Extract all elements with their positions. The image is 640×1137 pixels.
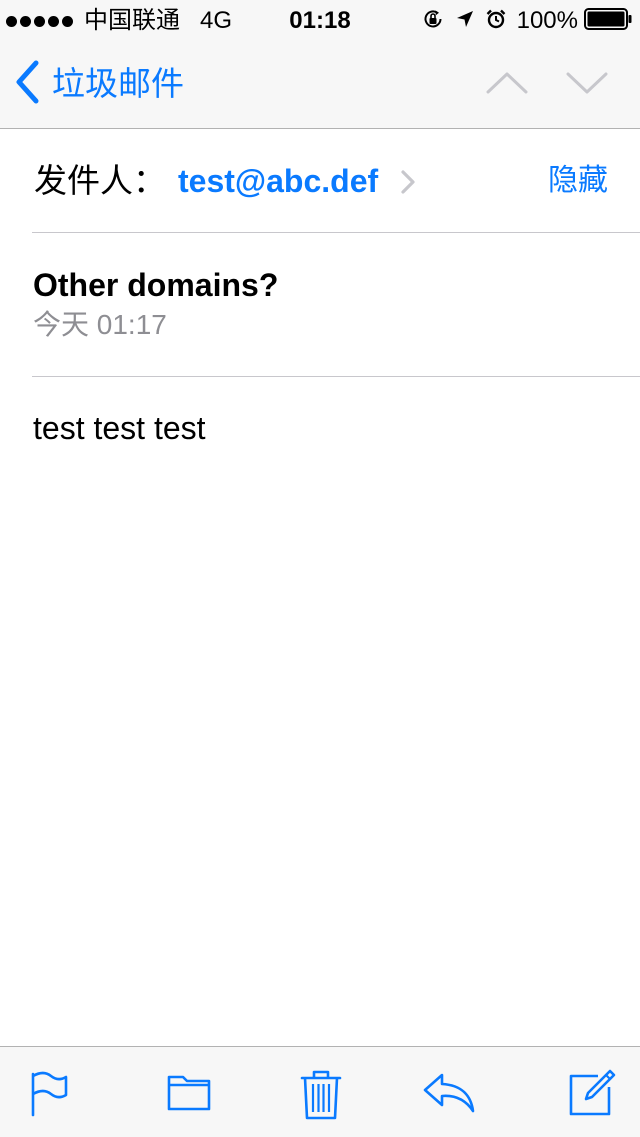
message-date: 今天 01:17 [33, 309, 167, 340]
flag-icon[interactable] [28, 1069, 70, 1122]
chevron-left-icon [14, 60, 40, 109]
sender-address[interactable]: test@abc.def [178, 161, 378, 201]
battery-icon [584, 7, 632, 35]
status-bar-right: 100% [421, 7, 632, 36]
compose-icon[interactable] [568, 1069, 616, 1122]
message-header: Other domains? 今天 01:17 [32, 233, 640, 377]
chevron-right-icon [400, 169, 416, 200]
hide-details-button[interactable]: 隐藏 [548, 161, 608, 201]
sender-label: 发件人： [34, 162, 166, 199]
message-body: test test test [33, 410, 206, 446]
next-message-icon[interactable] [566, 66, 608, 105]
previous-message-icon[interactable] [486, 66, 528, 105]
bottom-toolbar [0, 1046, 640, 1137]
reply-icon[interactable] [422, 1069, 476, 1120]
orientation-lock-icon [421, 7, 445, 36]
sender-row: 发件人： test@abc.def 隐藏 [32, 129, 640, 233]
navigation-bar: 垃圾邮件 [0, 40, 640, 129]
status-bar: 中国联通 4G 01:18 100% [0, 0, 640, 40]
trash-icon[interactable] [300, 1069, 342, 1126]
battery-percentage: 100% [516, 7, 578, 34]
folder-icon[interactable] [166, 1069, 212, 1118]
back-button[interactable]: 垃圾邮件 [14, 60, 184, 108]
message-subject: Other domains? [33, 267, 279, 303]
location-arrow-icon [455, 9, 475, 34]
back-button-label: 垃圾邮件 [52, 65, 184, 102]
alarm-icon [485, 8, 507, 35]
